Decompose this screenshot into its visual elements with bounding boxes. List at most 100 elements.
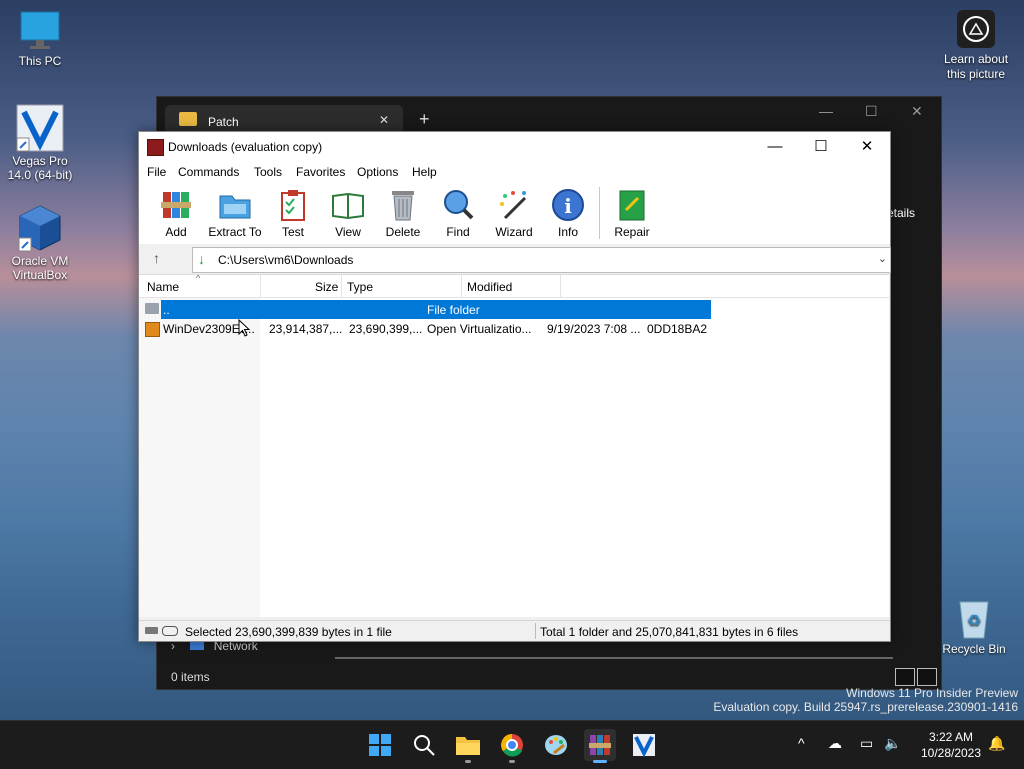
tiles-view-icon[interactable]	[917, 668, 937, 686]
repair-button[interactable]: Repair	[604, 186, 660, 239]
up-arrow-icon[interactable]: ↑	[153, 250, 160, 266]
column-header-modified[interactable]: Modified	[467, 280, 512, 294]
test-button[interactable]: Test	[265, 186, 321, 239]
add-button[interactable]: Add	[148, 186, 204, 239]
search-button[interactable]	[408, 729, 440, 761]
details-button[interactable]: etails	[887, 206, 915, 220]
menu-help[interactable]: Help	[412, 165, 437, 179]
download-arrow-icon: ↓	[198, 251, 205, 267]
winrar-window[interactable]: Downloads (evaluation copy) — ☐ ✕ File C…	[138, 131, 891, 642]
taskbar-vegas[interactable]	[628, 729, 660, 761]
window-title: Downloads (evaluation copy)	[168, 140, 323, 154]
menu-file[interactable]: File	[147, 165, 166, 179]
chrome-icon	[501, 734, 523, 757]
title-bar[interactable]: Downloads (evaluation copy) — ☐ ✕	[139, 132, 890, 162]
minimize-button[interactable]: —	[753, 136, 797, 158]
virtualbox-icon	[18, 204, 62, 252]
wizard-label: Wizard	[495, 225, 533, 239]
new-tab-button[interactable]: +	[419, 109, 430, 130]
column-headers: Name ^ Size Type Modified	[139, 275, 889, 298]
start-button[interactable]	[364, 729, 396, 761]
close-icon[interactable]: ✕	[911, 103, 923, 120]
delete-label: Delete	[385, 225, 421, 239]
path-dropdown[interactable]: ↓ C:\Users\vm6\Downloads ⌄	[192, 247, 891, 273]
view-book-icon	[331, 188, 365, 222]
file-list[interactable]: Name ^ Size Type Modified .. File folder…	[139, 274, 889, 617]
clock-date: 10/28/2023	[920, 746, 982, 760]
test-clipboard-icon	[276, 188, 310, 222]
path-text: C:\Users\vm6\Downloads	[218, 253, 354, 267]
items-count: 0 items	[171, 670, 210, 684]
extract-to-label: Extract To	[208, 225, 262, 239]
row-type: Open Virtualizatio...	[427, 322, 532, 336]
chevron-up-icon[interactable]: ^	[798, 735, 805, 751]
running-indicator	[509, 760, 515, 763]
explorer-tab[interactable]: Patch ✕	[165, 105, 403, 133]
status-bar: Selected 23,690,399,839 bytes in 1 file …	[139, 620, 890, 641]
ova-file-icon	[145, 322, 160, 337]
clock[interactable]: 3:22 AM 10/28/2023	[918, 729, 984, 761]
palette-icon	[545, 735, 567, 755]
taskbar-winrar[interactable]	[584, 729, 616, 763]
table-row[interactable]: .. File folder	[139, 300, 889, 319]
desktop-icon-this-pc[interactable]: This PC	[0, 10, 80, 68]
menu-favorites[interactable]: Favorites	[296, 165, 345, 179]
taskbar-file-explorer[interactable]	[452, 729, 484, 763]
add-label: Add	[165, 225, 187, 239]
key-icon	[162, 626, 178, 636]
desktop-icon-virtualbox[interactable]: Oracle VM VirtualBox	[0, 204, 80, 282]
winrar-app-icon	[147, 139, 164, 156]
extract-to-button[interactable]: Extract To	[207, 186, 263, 239]
address-bar: ↑ ↓ C:\Users\vm6\Downloads ⌄	[139, 246, 891, 273]
notification-bell-icon[interactable]: 🔔	[988, 735, 1005, 752]
maximize-icon[interactable]: ☐	[865, 103, 878, 120]
winrar-icon	[589, 735, 611, 755]
recycle-bin-icon: ♻	[954, 596, 994, 640]
taskbar-chrome[interactable]	[496, 729, 528, 763]
column-header-name[interactable]: Name	[147, 280, 179, 294]
desktop-icon-recycle-bin[interactable]: ♻ Recycle Bin	[934, 596, 1014, 656]
info-icon: i	[551, 188, 585, 222]
info-button[interactable]: i Info	[540, 186, 596, 239]
details-view-icon[interactable]	[895, 668, 915, 686]
mouse-cursor-icon	[238, 319, 250, 337]
table-row[interactable]: WinDev2309Ev... 23,914,387,... 23,690,39…	[139, 319, 889, 338]
magnifier-icon	[441, 188, 475, 222]
menu-tools[interactable]: Tools	[254, 165, 282, 179]
learn-about-picture[interactable]: Learn about this picture	[940, 10, 1012, 82]
minimize-icon[interactable]: —	[819, 103, 833, 119]
display-icon[interactable]: ▭	[860, 735, 873, 752]
folder-icon	[179, 112, 197, 126]
column-header-size[interactable]: Size	[315, 280, 338, 294]
watermark-line2: Evaluation copy. Build 25947.rs_prerelea…	[713, 700, 1018, 714]
view-button[interactable]: View	[320, 186, 376, 239]
add-archive-icon	[159, 188, 193, 222]
name-column-shade	[139, 297, 260, 617]
chevron-down-icon[interactable]: ⌄	[878, 252, 887, 265]
taskbar-paint[interactable]	[540, 729, 572, 761]
vegas-pro-icon	[16, 104, 64, 152]
column-header-type[interactable]: Type	[347, 280, 373, 294]
find-label: Find	[446, 225, 470, 239]
row-crc: 0DD18BA2	[647, 322, 708, 336]
menu-commands[interactable]: Commands	[178, 165, 239, 179]
taskbar: ^ ☁ ▭ 🔈 3:22 AM 10/28/2023 🔔	[0, 720, 1024, 769]
horizontal-scrollbar[interactable]	[335, 657, 893, 659]
search-icon	[414, 735, 435, 756]
close-button[interactable]: ✕	[845, 136, 889, 158]
menu-options[interactable]: Options	[357, 165, 398, 179]
delete-button[interactable]: Delete	[375, 186, 431, 239]
repair-kit-icon	[615, 188, 649, 222]
onedrive-icon[interactable]: ☁	[828, 735, 842, 752]
folder-up-icon	[145, 303, 159, 314]
row-modified: 9/19/2023 7:08 ...	[547, 322, 641, 336]
find-button[interactable]: Find	[430, 186, 486, 239]
row-name: ..	[163, 303, 170, 317]
desktop-icon-vegas-pro[interactable]: Vegas Pro 14.0 (64-bit)	[0, 104, 80, 182]
running-indicator	[593, 760, 607, 763]
maximize-button[interactable]: ☐	[799, 136, 843, 158]
clock-time: 3:22 AM	[928, 730, 974, 744]
wizard-button[interactable]: Wizard	[486, 186, 542, 239]
close-icon[interactable]: ✕	[379, 113, 389, 127]
volume-muted-icon[interactable]: 🔈	[884, 735, 901, 752]
